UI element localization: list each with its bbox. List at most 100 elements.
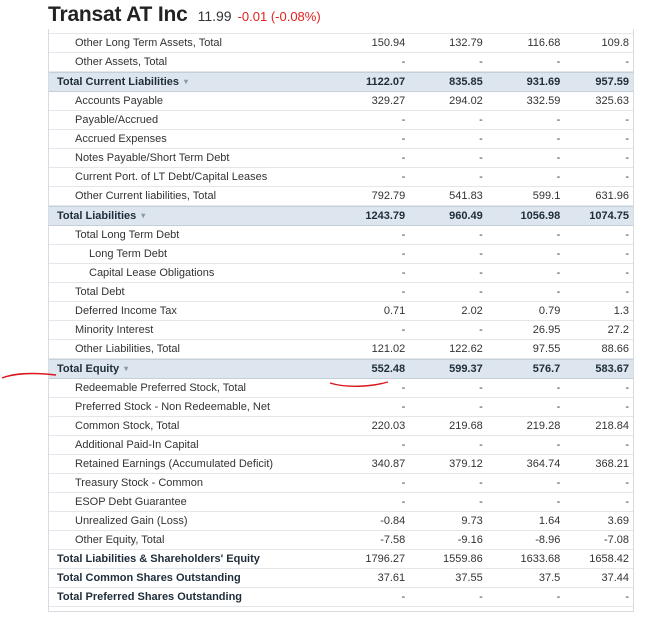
row-label-text: Notes Payable/Short Term Debt (75, 152, 230, 164)
value-cell: 122.62 (449, 343, 483, 355)
value-cell: 1.64 (538, 515, 561, 527)
value-cell: - (556, 114, 561, 126)
value-cell: 599.37 (449, 363, 483, 375)
value-cell: 368.21 (595, 458, 630, 470)
value-cell: - (401, 591, 406, 603)
value-cell: 583.67 (595, 363, 630, 375)
row-label-text: Total Equity (57, 363, 120, 375)
value-cell: - (401, 477, 406, 489)
value-cell: 329.27 (371, 95, 406, 107)
row-label: Total Liabilities & Shareholders' Equity (49, 553, 332, 565)
value-cell: - (479, 439, 483, 451)
value-cell: - (556, 477, 561, 489)
value-cell: - (625, 56, 630, 68)
table-row: Preferred Stock - Non Redeemable, Net - - -… (49, 398, 633, 417)
row-label: Long Term Debt (49, 248, 332, 260)
value-cell: 931.69 (526, 76, 561, 88)
value-cell: - (625, 171, 630, 183)
row-label: Total Preferred Shares Outstanding (49, 591, 332, 603)
value-cell: - (479, 477, 483, 489)
row-label: Total Debt (49, 286, 332, 298)
chevron-down-icon[interactable]: ▾ (124, 364, 128, 373)
row-label-text: ESOP Debt Guarantee (75, 496, 187, 508)
value-cell: 599.1 (532, 190, 561, 202)
row-label: Common Stock, Total (49, 420, 332, 432)
value-cell: - (479, 114, 483, 126)
row-label-text: Total Current Liabilities (57, 76, 180, 88)
value-cell: - (479, 324, 483, 336)
section-row[interactable]: Total Current Liabilities ▾ 1122.07 835.85 9… (49, 72, 633, 92)
value-cell: 132.79 (449, 37, 483, 49)
row-label-text: Total Preferred Shares Outstanding (57, 591, 243, 603)
value-cell: - (401, 114, 406, 126)
value-cell: - (479, 133, 483, 145)
table-row: Other Current liabilities, Total 792.79 54… (49, 187, 633, 206)
row-label-text: Long Term Debt (89, 248, 168, 260)
value-cell: - (556, 248, 561, 260)
table-body: Other Long Term Assets, Total 150.94 132.7… (49, 34, 633, 607)
value-cell: 1.3 (613, 305, 630, 317)
value-cell: 960.49 (449, 210, 483, 222)
row-label-text: Minority Interest (75, 324, 154, 336)
table-row: Current Port. of LT Debt/Capital Leases -… (49, 168, 633, 187)
chevron-down-icon[interactable]: ▾ (141, 211, 145, 220)
value-cell: 1796.27 (365, 553, 406, 565)
value-cell: - (479, 382, 483, 394)
value-cell: - (556, 439, 561, 451)
table-row: Common Stock, Total 220.03 219.68 219.28 218… (49, 417, 633, 436)
value-cell: 37.55 (455, 572, 483, 584)
row-label: ESOP Debt Guarantee (49, 496, 332, 508)
value-cell: 541.83 (449, 190, 483, 202)
value-cell: 957.59 (595, 76, 630, 88)
value-cell: - (401, 401, 406, 413)
value-cell: 88.66 (601, 343, 630, 355)
table-row: ESOP Debt Guarantee - - - - (49, 493, 633, 512)
value-cell: - (625, 496, 630, 508)
value-cell: - (479, 229, 483, 241)
value-cell: 27.2 (607, 324, 630, 336)
table-row: Total Liabilities & Shareholders' Equity… (49, 550, 633, 569)
row-label-text: Payable/Accrued (75, 114, 159, 126)
value-cell: - (479, 248, 483, 260)
value-cell: - (401, 324, 406, 336)
chevron-down-icon[interactable]: ▾ (184, 77, 188, 86)
row-label-text: Accrued Expenses (75, 133, 167, 145)
row-label: Total Equity ▾ (49, 363, 332, 375)
table-row: Notes Payable/Short Term Debt - - - - (49, 149, 633, 168)
value-cell: 37.5 (538, 572, 561, 584)
value-cell: - (479, 267, 483, 279)
value-cell: 1633.68 (520, 553, 561, 565)
value-cell: 325.63 (595, 95, 630, 107)
price-change: -0.01 (-0.08%) (237, 9, 321, 24)
value-cell: 576.7 (532, 363, 561, 375)
value-cell: 218.84 (595, 420, 630, 432)
table-row: Capital Lease Obligations - - - - (49, 264, 633, 283)
row-label-text: Preferred Stock - Non Redeemable, Net (75, 401, 271, 413)
value-cell: - (625, 152, 630, 164)
value-cell: - (401, 439, 406, 451)
row-label: Other Equity, Total (49, 534, 332, 546)
value-cell: - (401, 496, 406, 508)
row-label: Deferred Income Tax (49, 305, 332, 317)
value-cell: - (625, 401, 630, 413)
table-row: Long Term Debt - - - - (49, 245, 633, 264)
value-cell: - (556, 56, 561, 68)
value-cell: 0.79 (538, 305, 561, 317)
table-row: Total Long Term Debt - - - - (49, 226, 633, 245)
value-cell: 121.02 (371, 343, 406, 355)
value-cell: 219.68 (449, 420, 483, 432)
section-row[interactable]: Total Liabilities ▾ 1243.79 960.49 1056.98 10… (49, 206, 633, 226)
table-row: Unrealized Gain (Loss) -0.84 9.73 1.64 3.69 (49, 512, 633, 531)
value-cell: 332.59 (526, 95, 561, 107)
row-label: Total Liabilities ▾ (49, 210, 332, 222)
row-label-text: Accounts Payable (75, 95, 164, 107)
value-cell: - (556, 496, 561, 508)
value-cell: 219.28 (526, 420, 561, 432)
section-row[interactable]: Total Equity ▾ 552.48 599.37 576.7 583.67 (49, 359, 633, 379)
value-cell: 364.74 (526, 458, 561, 470)
value-cell: - (556, 401, 561, 413)
row-label: Other Long Term Assets, Total (49, 37, 332, 49)
value-cell: 220.03 (371, 420, 406, 432)
row-label: Other Current liabilities, Total (49, 190, 332, 202)
value-cell: 37.44 (601, 572, 630, 584)
